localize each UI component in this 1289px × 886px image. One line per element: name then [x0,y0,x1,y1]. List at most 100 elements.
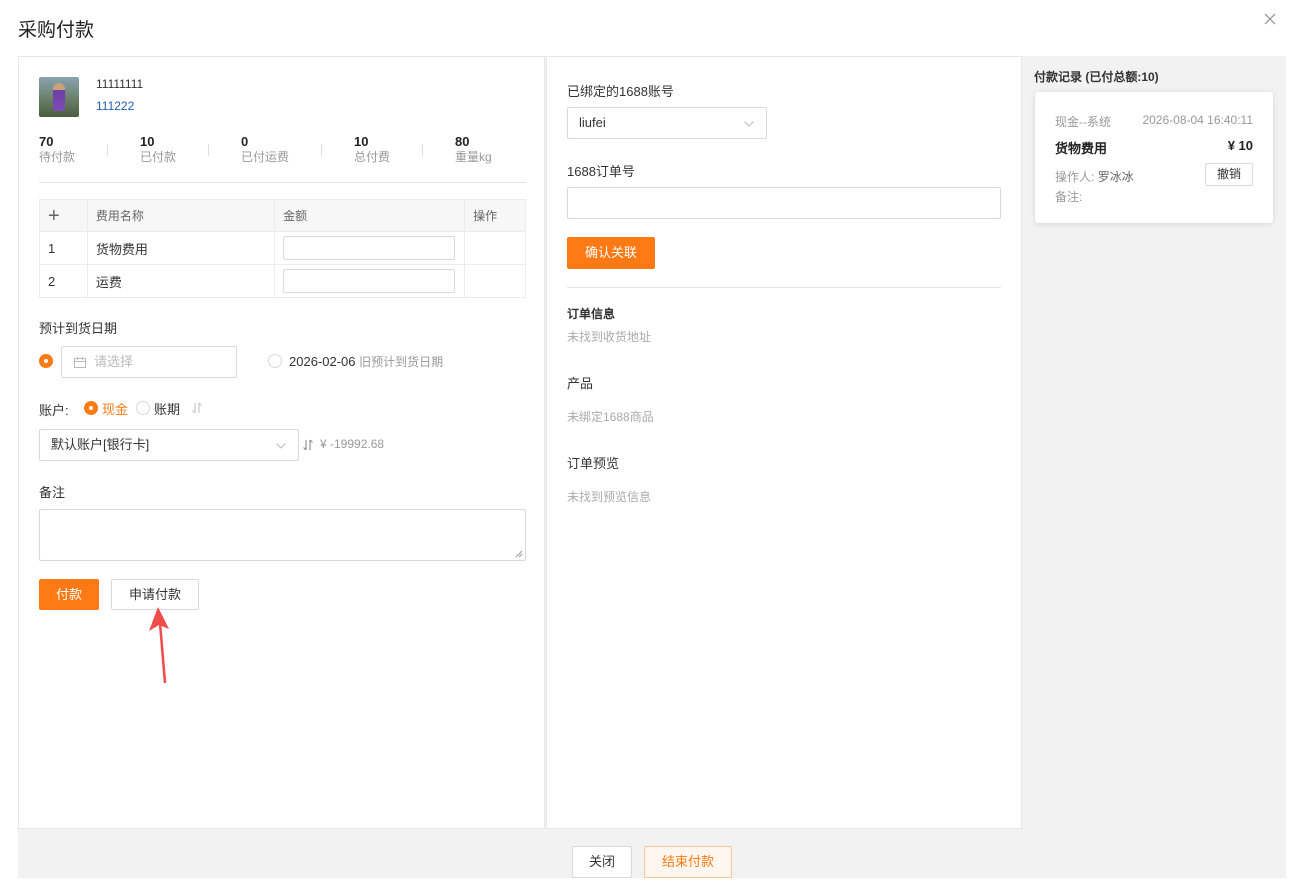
product-title: 产品 [567,376,594,391]
order-number-label: 1688订单号 [567,164,635,179]
calendar-icon [74,357,86,368]
remark-label: 备注 [39,485,66,500]
add-fee-header: + [39,199,88,232]
stat-label: 重量kg [455,150,492,164]
stat-divider [422,144,423,156]
dialog-body: 11111111 111222 70 待付款 10 已付款 0 已付运费 10 … [18,56,1286,878]
record-amount: ¥ 10 [1227,138,1253,153]
stat-freight-paid: 0 已付运费 [241,134,289,165]
finish-payment-button[interactable]: 结束付款 [644,846,732,878]
stat-label: 已付款 [140,150,177,164]
stat-label: 待付款 [39,150,76,164]
table-header-row: + 费用名称 金额 操作 [39,199,526,232]
swap-icon[interactable] [302,439,314,451]
resize-grip-icon[interactable] [515,550,523,558]
records-title: 付款记录 (已付总额:10) [1034,70,1159,84]
stat-divider [208,144,209,156]
option-credit[interactable]: 账期 [154,399,180,418]
amount-input[interactable] [283,236,456,260]
stat-value: 10 [354,134,369,149]
amount-cell [274,231,466,265]
stat-label: 总付费 [354,150,391,164]
chevron-down-icon [276,443,286,449]
order-preview-text: 未找到预览信息 [567,490,652,504]
stat-pending: 70 待付款 [39,134,75,165]
stat-value: 80 [455,134,470,149]
plus-icon[interactable]: + [48,205,60,227]
record-operator: 操作人: 罗冰冰 [1055,168,1134,185]
fee-name: 货物费用 [86,231,276,265]
close-button[interactable]: 关闭 [572,846,632,878]
stat-divider [321,144,322,156]
account-label: 账户: [39,403,69,418]
annotation-arrow-icon [147,605,177,685]
product-link[interactable]: 111222 [96,99,134,113]
table-row: 2 运费 [39,264,526,298]
chevron-down-icon [744,121,754,127]
payment-records: 付款记录 (已付总额:10) 现金--系统 2026-08-04 16:40:1… [1023,56,1286,829]
bound-account-label: 已绑定的1688账号 [567,84,674,99]
purchase-payment-dialog: 采购付款 11111111 111222 70 待付款 10 已付款 0 已付运… [0,0,1289,886]
radio-old-date[interactable] [268,354,282,368]
stat-value: 70 [39,134,54,149]
swap-icon[interactable] [191,402,203,414]
old-date-note: 旧预计到货日期 [359,355,444,369]
payment-form-panel: 11111111 111222 70 待付款 10 已付款 0 已付运费 10 … [18,56,545,829]
order-info-text: 未找到收货地址 [567,330,652,344]
payment-stats: 70 待付款 10 已付款 0 已付运费 10 总付费 80 重量kg [39,134,526,166]
divider [567,287,1001,288]
alibaba-link-panel: 已绑定的1688账号 liufei 1688订单号 确认关联 订单信息 未找到收… [546,56,1022,829]
pay-button[interactable]: 付款 [39,579,99,610]
row-index: 2 [39,264,88,298]
bound-account-value: liufei [579,115,606,130]
dialog-title: 采购付款 [18,20,95,41]
remark-textarea[interactable] [39,509,526,561]
arrival-date-label: 预计到货日期 [39,321,118,336]
confirm-link-button[interactable]: 确认关联 [567,237,655,269]
radio-credit[interactable] [136,401,150,415]
divider [39,182,526,183]
stat-weight: 80 重量kg [455,134,492,165]
account-select[interactable]: 默认账户[银行卡] [39,429,299,461]
cancel-record-button[interactable]: 撤销 [1205,163,1253,186]
old-date-value: 2026-02-06 [289,354,356,369]
row-index: 1 [39,231,88,265]
order-preview-title: 订单预览 [567,456,620,471]
record-source: 现金--系统 [1055,115,1111,129]
stat-total: 10 总付费 [354,134,390,165]
account-selected-value: 默认账户[银行卡] [51,437,150,452]
arrival-date-picker[interactable]: 请选择 [61,346,237,378]
amount-input[interactable] [283,269,456,293]
column-actions: 操作 [464,199,526,232]
product-code: 11111111 [96,77,144,91]
order-info-title: 订单信息 [567,307,616,321]
old-arrival-date: 2026-02-06 旧预计到货日期 [289,353,443,370]
record-item: 货物费用 [1055,141,1108,156]
amount-cell [274,264,466,298]
actions-cell [464,264,526,298]
radio-new-date[interactable] [39,354,53,368]
table-row: 1 货物费用 [39,231,526,265]
product-thumbnail [39,77,79,117]
product-text: 未绑定1688商品 [567,410,654,424]
operator-label: 操作人: [1055,170,1095,184]
stat-value: 0 [241,134,249,149]
fee-name: 运费 [86,264,276,298]
stat-divider [107,144,108,156]
close-icon[interactable] [1263,12,1277,26]
stat-paid: 10 已付款 [140,134,176,165]
account-balance: ¥ -19992.68 [320,437,385,451]
stat-value: 10 [140,134,155,149]
bound-account-select[interactable]: liufei [567,107,767,139]
actions-cell [464,231,526,265]
fee-table: + 费用名称 金额 操作 1 货物费用 2 运费 [39,199,526,298]
stat-label: 已付运费 [241,150,290,164]
radio-cash[interactable] [84,401,98,415]
option-cash[interactable]: 现金 [102,399,128,418]
order-number-input[interactable] [567,187,1001,219]
operator-name: 罗冰冰 [1097,170,1134,184]
record-card: 现金--系统 2026-08-04 16:40:11 货物费用 ¥ 10 操作人… [1035,92,1273,223]
record-note: 备注: [1055,190,1083,204]
record-time: 2026-08-04 16:40:11 [1142,113,1253,127]
date-placeholder: 请选择 [94,354,134,369]
